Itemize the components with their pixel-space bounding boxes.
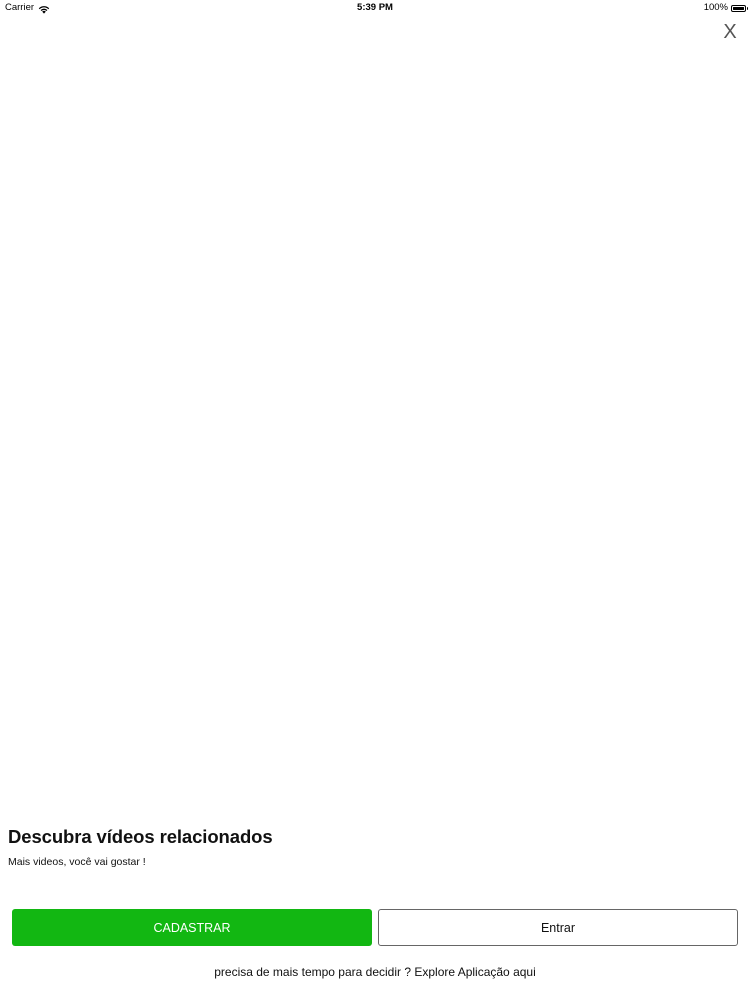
signup-button[interactable]: CADASTRAR — [12, 909, 372, 946]
status-time: 5:39 PM — [357, 2, 393, 13]
close-button[interactable]: X — [722, 22, 738, 42]
footer-prompt: precisa de mais tempo para decidir ? — [214, 965, 411, 979]
footer: precisa de mais tempo para decidir ? Exp… — [0, 965, 750, 979]
status-right: 100% — [703, 0, 748, 16]
battery-percent: 100% — [703, 2, 728, 13]
battery-fill — [733, 6, 744, 10]
page-subtitle: Mais videos, você vai gostar ! — [8, 856, 146, 868]
battery-icon — [731, 4, 748, 12]
page-title: Descubra vídeos relacionados — [8, 826, 273, 847]
app-screen: Carrier 5:39 PM 100% X Descubra vídeos r… — [0, 0, 750, 1000]
status-bar: Carrier 5:39 PM 100% — [0, 0, 750, 16]
explore-app-link[interactable]: Explore Aplicação aqui — [414, 965, 535, 979]
login-button[interactable]: Entrar — [378, 909, 738, 946]
